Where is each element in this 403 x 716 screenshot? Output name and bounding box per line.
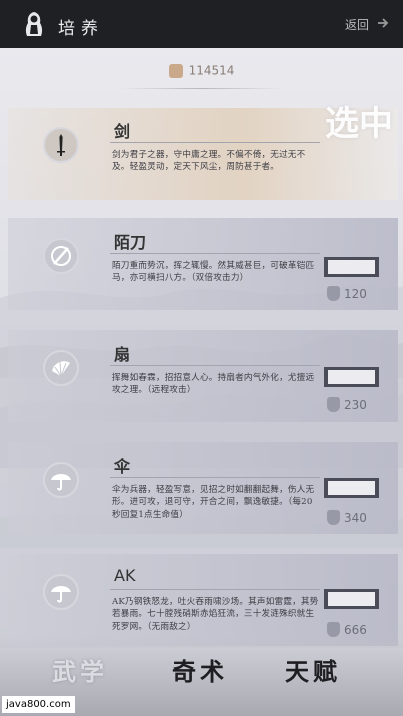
page-title: 培养 [58,19,104,39]
divider [110,142,320,143]
watermark-text: java800.com [2,696,75,713]
top-bar: 培养 返回 [0,0,403,48]
weapon-icon-frame [43,127,79,163]
weapon-icon-frame [43,574,79,610]
currency-icon [327,397,340,412]
weapon-icon-frame [43,350,79,386]
divider [110,253,320,254]
weapon-icon-frame [43,462,79,498]
divider [110,365,320,366]
swordsman-icon [25,12,43,36]
currency-icon [327,510,340,525]
currency-amount: 114514 [188,63,235,78]
upgrade-button[interactable] [324,478,379,498]
cost-value: 230 [344,398,367,412]
tab-skills[interactable]: 奇术 [172,652,228,687]
weapon-name: 陌刀 [114,233,147,252]
upgrade-cost: 230 [327,397,387,413]
umbrella-icon [51,474,71,491]
back-button[interactable]: 返回 [345,16,369,33]
upgrade-button[interactable] [324,589,379,609]
upgrade-cost: 340 [327,510,387,526]
tab-talents[interactable]: 天赋 [285,652,341,687]
weapon-name: AK [114,566,136,585]
currency-icon [327,286,340,301]
weapon-name: 剑 [114,122,131,141]
upgrade-button[interactable] [324,367,379,387]
cost-value: 340 [344,511,367,525]
weapon-description: 伞为兵器，轻盈写意，见招之时如翻翻起舞，伤人无形。进可攻，退可守，开合之间，飘逸… [112,485,315,520]
weapon-description: 剑为君子之器，守中庸之理。不偏不倚，无过无不及。轻盈灵动，定天下风尘，周防甚于者… [112,150,306,173]
fan-icon [52,361,70,377]
divider [110,477,320,478]
currency-display: 114514 [0,60,403,80]
currency-icon [327,622,340,637]
divider [120,88,283,89]
currency-icon [168,63,183,78]
upgrade-button[interactable] [324,257,379,277]
weapon-description: AK乃钢铁怒龙，吐火吞雨啸沙场。其声如雷霆，其势若暴雨。七十膛残硝斯赤焰狂流，三… [112,597,319,632]
sword-icon [57,134,65,156]
weapon-description: 陌刀重而势沉，挥之辄慢。然其威甚巨，可破革铠匹马，亦可横扫八方。（双倍攻击力） [112,261,315,284]
blade-icon [51,246,71,266]
tab-martial-arts[interactable]: 武学 [52,652,108,687]
divider [110,589,320,590]
weapon-description: 挥舞如春霖，招招意人心。持扇者内气外化，尤擅远攻之理。（远程攻击） [112,373,315,396]
cost-value: 120 [344,287,367,301]
gun-icon [51,586,71,603]
weapon-name: 伞 [114,457,131,476]
cost-value: 666 [344,623,367,637]
selected-stamp: 选中 [325,104,393,144]
upgrade-cost: 120 [327,286,387,302]
arrow-right-icon[interactable] [377,17,389,29]
weapon-icon-frame [43,238,79,274]
weapon-name: 扇 [114,345,131,364]
